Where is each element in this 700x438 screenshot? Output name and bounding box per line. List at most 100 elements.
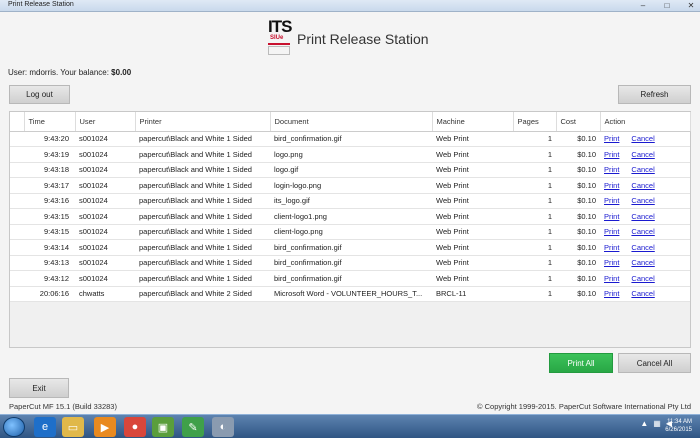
cell-user: s001024 [75,162,135,178]
network-icon[interactable]: ▦ [653,419,661,428]
table-row[interactable]: 9:43:17 s001024 papercut\Black and White 1… [10,177,690,194]
start-button-icon[interactable] [3,417,25,437]
column-header-pages[interactable]: Pages [513,112,557,132]
table-row[interactable]: 9:43:20 s001024 papercut\Black and White 1… [10,131,690,147]
taskbar-clock[interactable]: 11:34 AM 6/26/2015 [665,418,692,434]
table-row[interactable]: 9:43:14 s001024 papercut\Black and White 1… [10,239,690,256]
column-header-printer[interactable]: Printer [135,112,271,132]
refresh-button[interactable]: Refresh [618,85,691,104]
cell-document: logo.png [270,146,432,163]
user-label: User: mdorris. Your balance: [8,68,109,77]
close-icon[interactable]: ✕ [686,1,696,11]
print-job-link[interactable]: Print [604,274,619,283]
table-row[interactable]: 20:06:16 chwatts papercut\Black and White … [10,286,690,302]
cancel-job-link[interactable]: Cancel [631,165,654,174]
cancel-all-button[interactable]: Cancel All [618,353,691,373]
column-header-user[interactable]: User [75,112,136,132]
column-header-cost[interactable]: Cost [556,112,601,132]
cell-document: bird_confirmation.gif [270,131,432,147]
cancel-job-link[interactable]: Cancel [631,227,654,236]
minimize-icon[interactable]: – [638,1,648,11]
cell-time: 9:43:17 [24,177,75,194]
internet-explorer-icon[interactable]: e [34,417,56,437]
cancel-job-link[interactable]: Cancel [631,274,654,283]
maximize-icon[interactable]: □ [662,1,672,11]
account-balance: User: mdorris. Your balance: $0.00 [8,68,131,77]
cancel-job-link[interactable]: Cancel [631,289,654,298]
cell-time: 9:43:14 [24,239,75,256]
print-job-link[interactable]: Print [604,150,619,159]
row-select [10,146,24,163]
table-row[interactable]: 9:43:16 s001024 papercut\Black and White 1… [10,193,690,209]
cell-machine: Web Print [432,239,513,256]
table-row[interactable]: 9:43:12 s001024 papercut\Black and White 1… [10,270,690,287]
row-select [10,193,24,209]
exit-button[interactable]: Exit [9,378,69,398]
cell-printer: papercut\Black and White 1 Sided [135,131,270,147]
cancel-job-link[interactable]: Cancel [631,212,654,221]
cell-machine: BRCL-11 [432,286,513,302]
print-job-link[interactable]: Print [604,289,619,298]
logout-button[interactable]: Log out [9,85,70,104]
papercut-icon[interactable]: ✎ [182,417,204,437]
column-header-time[interactable]: Time [24,112,76,132]
print-job-link[interactable]: Print [604,165,619,174]
cancel-job-link[interactable]: Cancel [631,258,654,267]
cell-action: Print Cancel [600,193,690,209]
cell-machine: Web Print [432,224,513,240]
cancel-job-link[interactable]: Cancel [631,134,654,143]
cell-time: 9:43:15 [24,208,75,225]
cell-pages: 1 [513,208,556,225]
cell-user: s001024 [75,193,135,209]
cell-pages: 1 [513,239,556,256]
cell-user: s001024 [75,131,135,147]
table-row[interactable]: 9:43:13 s001024 papercut\Black and White 1… [10,255,690,271]
cell-cost: $0.10 [556,208,600,225]
cell-pages: 1 [513,224,556,240]
taskbar-app-icon[interactable]: ◐ [212,417,234,437]
file-explorer-icon[interactable]: ▭ [62,417,84,437]
cell-user: s001024 [75,255,135,271]
chrome-icon[interactable]: ● [124,417,146,437]
cancel-job-link[interactable]: Cancel [631,243,654,252]
print-job-link[interactable]: Print [604,258,619,267]
media-player-icon[interactable]: ▶ [94,417,116,437]
cell-time: 9:43:19 [24,146,75,163]
cell-machine: Web Print [432,193,513,209]
cell-pages: 1 [513,286,556,302]
balance-value: $0.00 [111,68,132,77]
cell-cost: $0.10 [556,193,600,209]
table-row[interactable]: 9:43:19 s001024 papercut\Black and White 1… [10,146,690,163]
tray-arrow-icon[interactable]: ▲ [640,419,648,428]
column-header-machine[interactable]: Machine [432,112,514,132]
app-icon[interactable]: ▣ [152,417,174,437]
cancel-job-link[interactable]: Cancel [631,150,654,159]
cell-cost: $0.10 [556,162,600,178]
table-row[interactable]: 9:43:15 s001024 papercut\Black and White 1… [10,208,690,225]
table-row[interactable]: 9:43:18 s001024 papercut\Black and White 1… [10,162,690,178]
print-job-link[interactable]: Print [604,181,619,190]
jobs-table: Time User Printer Document Machine Pages… [10,112,691,302]
cell-cost: $0.10 [556,177,600,194]
cell-action: Print Cancel [600,286,690,302]
cell-cost: $0.10 [556,255,600,271]
cell-action: Print Cancel [600,270,690,287]
window-controls: – □ ✕ [638,1,696,11]
column-header-document[interactable]: Document [270,112,433,132]
print-all-button[interactable]: Print All [549,353,613,373]
cell-document: bird_confirmation.gif [270,239,432,256]
cancel-job-link[interactable]: Cancel [631,196,654,205]
print-job-link[interactable]: Print [604,196,619,205]
version-text: PaperCut MF 15.1 (Build 33283) [9,402,117,411]
print-job-link[interactable]: Print [604,134,619,143]
cell-user: s001024 [75,146,135,163]
print-job-link[interactable]: Print [604,243,619,252]
table-row[interactable]: 9:43:15 s001024 papercut\Black and White 1… [10,224,690,240]
cell-printer: papercut\Black and White 2 Sided [135,286,270,302]
row-select [10,255,24,271]
print-job-link[interactable]: Print [604,212,619,221]
print-job-link[interactable]: Print [604,227,619,236]
cell-cost: $0.10 [556,224,600,240]
cell-machine: Web Print [432,270,513,287]
cancel-job-link[interactable]: Cancel [631,181,654,190]
